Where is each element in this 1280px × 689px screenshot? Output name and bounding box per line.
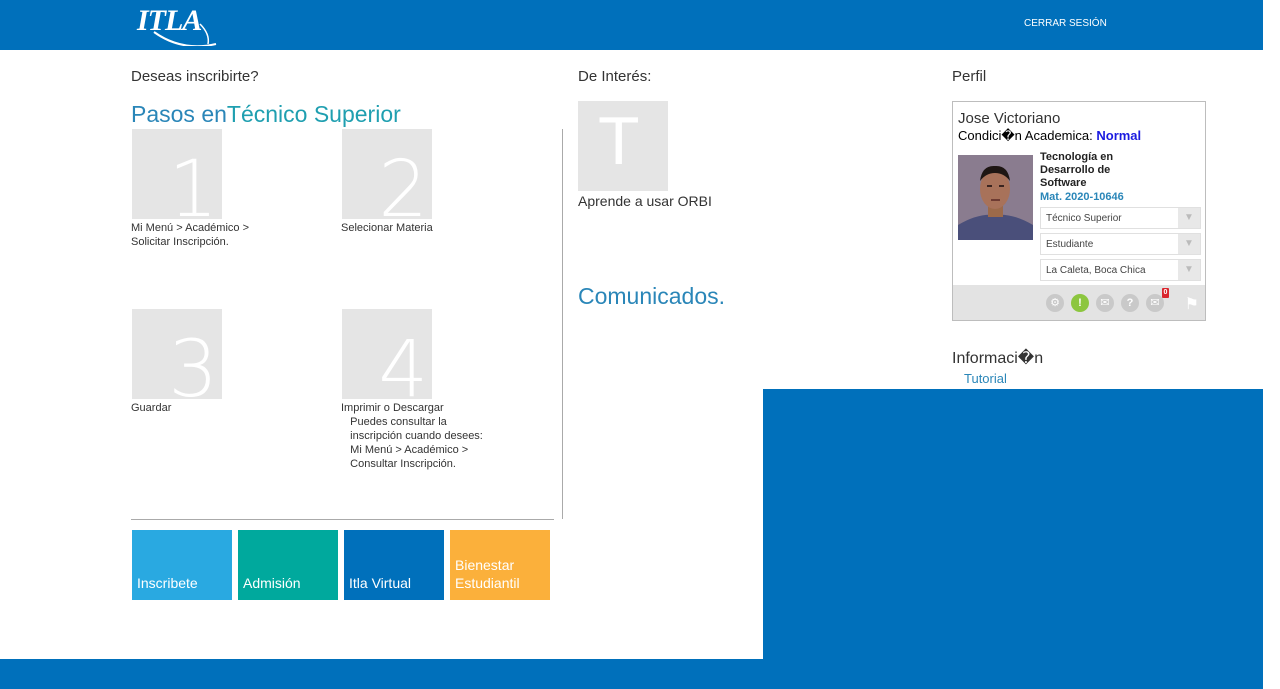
help-icon[interactable]: ? — [1121, 294, 1139, 312]
top-bar: ITLA CERRAR SESIÓN — [0, 0, 1263, 50]
chevron-down-icon: ▼ — [1178, 208, 1200, 228]
step-3-caption: Guardar — [131, 402, 172, 414]
tutorial-link[interactable]: Tutorial — [964, 371, 1007, 386]
step-2-caption: Selecionar Materia — [341, 222, 433, 234]
select-value: Estudiante — [1046, 239, 1094, 250]
inscribete-button[interactable]: Inscribete — [132, 530, 232, 600]
step-number: 1 — [168, 145, 218, 235]
message-count-badge: 0 — [1162, 288, 1169, 298]
student-photo — [958, 155, 1033, 240]
messages-glyph: ✉ — [1150, 297, 1160, 309]
step-4-caption: Imprimir o Descargar Puedes consultar la… — [341, 402, 483, 470]
gear-icon[interactable]: ⚙ — [1046, 294, 1064, 312]
step-1-caption: Mi Menú > Académico > Solicitar Inscripc… — [131, 222, 250, 248]
profile-actions-bar: ⚙ ! ✉ ? ✉ 0 ⚑ — [953, 285, 1205, 320]
messages-icon[interactable]: ✉ 0 — [1146, 288, 1169, 312]
bienestar-estudiantil-button[interactable]: Bienestar Estudiantil — [450, 530, 550, 600]
step-1-tile: 1 — [132, 129, 222, 229]
profile-title: Perfil — [952, 68, 987, 85]
column-divider — [562, 129, 563, 519]
info-title: Informaci�n — [952, 350, 1044, 367]
step-4-tile: 4 — [342, 309, 432, 409]
steps-title: Pasos enTécnico Superior — [131, 101, 401, 128]
matricula: Mat. 2020-10646 — [1040, 191, 1124, 203]
campus-select[interactable]: La Caleta, Boca Chica ▼ — [1040, 259, 1201, 281]
enroll-question: Deseas inscribirte? — [131, 68, 259, 85]
condition-label: Condici�n Academica: — [958, 128, 1093, 143]
step-number: 3 — [168, 325, 218, 415]
admision-label: Admisión — [243, 575, 301, 591]
orbi-tutorial-tile[interactable]: T — [578, 101, 668, 191]
inscribete-label: Inscribete — [137, 575, 198, 591]
role-select[interactable]: Estudiante ▼ — [1040, 233, 1201, 255]
steps-title-prefix: Pasos en — [131, 101, 227, 127]
step-3-tile: 3 — [132, 309, 222, 409]
footer-bar — [0, 659, 1263, 689]
flag-icon[interactable]: ⚑ — [1185, 294, 1199, 314]
academic-condition: Condici�n Academica: Normal — [958, 128, 1141, 144]
section-divider — [131, 519, 554, 520]
interest-title: De Interés: — [578, 68, 652, 85]
orbi-tutorial-link[interactable]: Aprende a usar ORBI — [578, 193, 712, 209]
step-number: 2 — [378, 145, 428, 235]
avatar-icon — [958, 155, 1033, 240]
itla-virtual-label: Itla Virtual — [349, 575, 411, 591]
announcements-title: Comunicados. — [578, 283, 726, 309]
chevron-down-icon: ▼ — [1178, 260, 1200, 280]
student-name: Jose Victoriano — [958, 110, 1061, 127]
mail-icon[interactable]: ✉ — [1096, 294, 1114, 312]
scrollbar-gutter — [1263, 0, 1280, 689]
admision-button[interactable]: Admisión — [238, 530, 338, 600]
chevron-down-icon: ▼ — [1178, 234, 1200, 254]
step-number: 4 — [378, 325, 428, 415]
select-value: La Caleta, Boca Chica — [1046, 265, 1146, 276]
logout-link[interactable]: CERRAR SESIÓN — [1024, 18, 1107, 29]
alert-icon[interactable]: ! — [1071, 294, 1089, 312]
condition-value: Normal — [1096, 128, 1142, 143]
profile-card: Jose Victoriano Condici�n Academica: Nor… — [952, 101, 1206, 321]
career-name: Tecnología en Desarrollo de Software — [1040, 151, 1114, 189]
step-2-tile: 2 — [342, 129, 432, 229]
itla-virtual-button[interactable]: Itla Virtual — [344, 530, 444, 600]
program-select[interactable]: Técnico Superior ▼ — [1040, 207, 1201, 229]
bienestar-label: Bienestar Estudiantil — [455, 557, 520, 591]
logo-swoosh-icon — [153, 23, 217, 46]
tile-letter: T — [598, 103, 640, 179]
select-value: Técnico Superior — [1046, 213, 1122, 224]
blue-panel — [763, 389, 1263, 689]
steps-title-program: Técnico Superior — [226, 101, 401, 127]
